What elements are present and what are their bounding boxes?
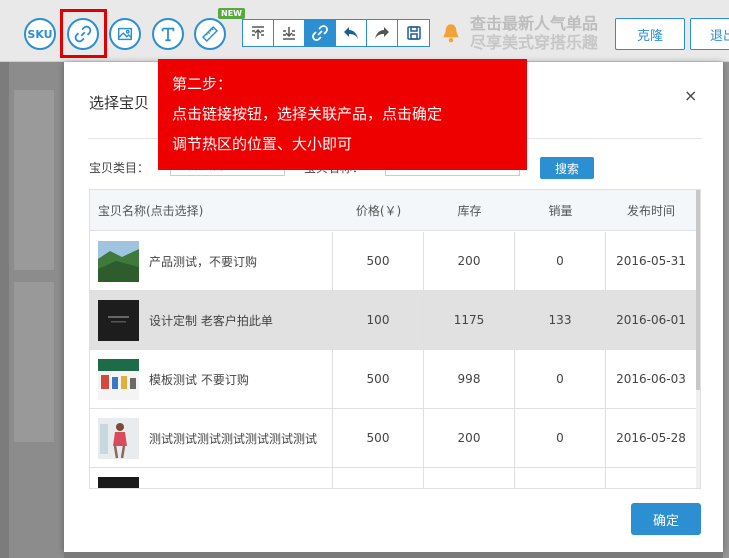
price-cell xyxy=(333,468,424,488)
confirm-button[interactable]: 确定 xyxy=(631,503,701,535)
price-cell: 500 xyxy=(333,350,424,408)
column-header-name: 宝贝名称(点击选择) xyxy=(98,203,204,218)
image-button[interactable] xyxy=(109,18,141,50)
price-cell: 100 xyxy=(333,291,424,349)
table-row[interactable] xyxy=(90,468,696,488)
notice-line-2: 尽享美式穿搭乐趣 xyxy=(470,33,599,52)
new-badge: NEW xyxy=(218,8,245,19)
product-name-cell: 产品测试，不要订购 xyxy=(90,232,333,290)
text-icon xyxy=(161,27,175,42)
redo-button[interactable] xyxy=(367,20,398,46)
search-button[interactable]: 搜索 xyxy=(540,157,594,179)
background-page-left xyxy=(0,62,62,558)
stock-cell xyxy=(424,468,515,488)
table-row[interactable]: 测试测试测试测试测试测试测试 500 200 0 2016-05-28 xyxy=(90,409,696,468)
stock-cell: 200 xyxy=(424,232,515,290)
sales-cell xyxy=(515,468,606,488)
date-cell: 2016-06-03 xyxy=(616,372,686,386)
callout-line: 调节热区的位置、大小即可 xyxy=(172,135,353,153)
background-stripe xyxy=(0,62,9,558)
toolbar-button-group xyxy=(242,19,430,47)
table-header: 宝贝名称(点击选择) 价格(￥) 库存 销量 发布时间 xyxy=(90,190,696,231)
product-name: 测试测试测试测试测试测试测试 xyxy=(149,431,318,446)
product-thumbnail xyxy=(98,358,139,400)
undo-button[interactable] xyxy=(336,20,367,46)
column-header-stock: 库存 xyxy=(457,203,482,218)
date-cell: 2016-06-01 xyxy=(616,313,686,327)
product-thumbnail xyxy=(98,240,139,282)
move-up-icon xyxy=(252,26,264,39)
notice-line-1: 查击最新人气单品 xyxy=(470,14,599,33)
background-card xyxy=(14,90,54,270)
bell-icon xyxy=(440,22,462,47)
scrollbar-thumb[interactable] xyxy=(696,190,700,390)
background-bottom-strip xyxy=(64,552,723,558)
product-name: 产品测试，不要订购 xyxy=(149,254,258,269)
date-cell: 2016-05-28 xyxy=(616,431,686,445)
price-cell: 500 xyxy=(333,409,424,467)
column-header-price: 价格(￥) xyxy=(355,203,402,218)
text-button[interactable] xyxy=(152,18,184,50)
product-name-cell: 模板测试 不要订购 xyxy=(90,350,333,408)
save-button[interactable] xyxy=(398,20,429,46)
product-name-cell: 测试测试测试测试测试测试测试 xyxy=(90,409,333,467)
table-scrollbar[interactable] xyxy=(696,190,700,488)
column-header-date: 发布时间 xyxy=(626,203,675,218)
undo-icon xyxy=(344,27,358,39)
ruler-button[interactable] xyxy=(194,18,226,50)
redo-icon xyxy=(375,27,389,39)
callout-line: 点击链接按钮，选择关联产品，点击确定 xyxy=(172,105,443,123)
clone-button[interactable]: 克隆 xyxy=(615,18,685,50)
ruler-icon xyxy=(201,25,219,43)
category-filter-label: 宝贝类目： xyxy=(89,161,150,175)
move-down-icon xyxy=(283,27,295,40)
product-name: 设计定制 老客户拍此单 xyxy=(149,313,273,328)
background-card xyxy=(14,282,54,442)
callout-step: 第二步： xyxy=(172,75,233,93)
table-row[interactable]: 产品测试，不要订购 500 200 0 2016-05-31 xyxy=(90,232,696,291)
product-thumbnail xyxy=(98,299,139,341)
sales-cell: 133 xyxy=(515,291,606,349)
product-name-cell: 设计定制 老客户拍此单 xyxy=(90,291,333,349)
price-cell: 500 xyxy=(333,232,424,290)
save-icon xyxy=(406,26,421,40)
image-icon xyxy=(117,27,133,41)
stock-cell: 998 xyxy=(424,350,515,408)
close-icon[interactable]: × xyxy=(684,86,697,105)
top-toolbar: SKU NEW 查击最新人气单品 尽享美式穿搭乐趣 克隆 退 xyxy=(0,0,729,62)
product-thumbnail xyxy=(98,476,139,488)
link-icon xyxy=(312,25,328,41)
link-button-highlight xyxy=(60,9,107,58)
table-row[interactable]: 模板测试 不要订购 500 998 0 2016-06-03 xyxy=(90,350,696,409)
sales-cell: 0 xyxy=(515,232,606,290)
move-down-button[interactable] xyxy=(274,20,305,46)
product-name: 模板测试 不要订购 xyxy=(149,372,249,387)
exit-button[interactable]: 退出 xyxy=(690,18,729,50)
table-row-selected[interactable]: 设计定制 老客户拍此单 100 1175 133 2016-06-01 xyxy=(90,291,696,350)
hotzone-link-button[interactable] xyxy=(305,20,336,46)
move-up-button[interactable] xyxy=(243,20,274,46)
sku-icon: SKU xyxy=(27,27,53,41)
sku-button[interactable]: SKU xyxy=(24,18,56,50)
stock-cell: 1175 xyxy=(424,291,515,349)
notice-text: 查击最新人气单品 尽享美式穿搭乐趣 xyxy=(470,14,610,52)
column-header-sales: 销量 xyxy=(548,203,573,218)
product-table: 宝贝名称(点击选择) 价格(￥) 库存 销量 发布时间 产品测试，不要订购 50… xyxy=(89,189,701,489)
modal-title: 选择宝贝 xyxy=(89,94,150,112)
product-name-cell xyxy=(90,468,333,488)
instruction-callout: 第二步： 点击链接按钮，选择关联产品，点击确定 调节热区的位置、大小即可 xyxy=(158,59,527,170)
date-cell xyxy=(606,468,696,488)
product-thumbnail xyxy=(98,417,139,459)
sales-cell: 0 xyxy=(515,350,606,408)
sales-cell: 0 xyxy=(515,409,606,467)
stock-cell: 200 xyxy=(424,409,515,467)
date-cell: 2016-05-31 xyxy=(616,254,686,268)
